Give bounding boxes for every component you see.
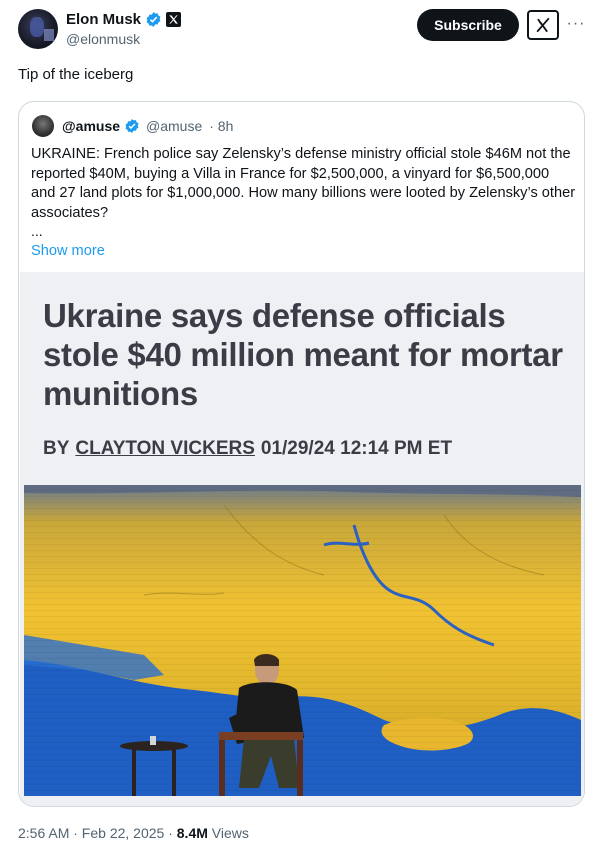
quoted-author-avatar[interactable] [32,115,54,137]
author-handle[interactable]: @elonmusk [66,31,140,47]
side-table [120,736,188,796]
show-more-link[interactable]: Show more [31,243,105,259]
tweet-meta: 2:56 AM · Feb 22, 2025 · 8.4M Views [18,825,249,841]
tweet-text: Tip of the iceberg [18,66,134,83]
article-photo [24,485,581,796]
verified-badge-icon [146,11,161,27]
more-icon[interactable]: ··· [566,14,586,34]
byline-prefix: BY [43,438,70,459]
quoted-tweet[interactable]: @amuse @amuse · 8h UKRAINE: French polic… [18,101,585,807]
verified-badge-icon [125,119,139,133]
subscribe-button[interactable]: Subscribe [417,9,519,41]
tweet-timestamp[interactable]: 2:56 AM · Feb 22, 2025 · [18,825,177,841]
tweet-header: Elon Musk @elonmusk Subscribe ··· [0,0,605,60]
quoted-author-handle[interactable]: @amuse [146,118,202,134]
author-avatar[interactable] [18,9,58,49]
quoted-author-display-name[interactable]: @amuse [62,118,120,134]
views-label: Views [207,825,249,841]
x-logo-icon[interactable] [166,11,182,27]
quoted-tweet-text: UKRAINE: French police say Zelensky’s de… [31,146,576,221]
quoted-tweet-header: @amuse @amuse · 8h [32,115,233,137]
quoted-tweet-ellipsis: ... [31,223,43,239]
quoted-tweet-time: · 8h [209,118,234,134]
speaker-figure [219,654,304,796]
byline-author: CLAYTON VICKERS [75,438,255,459]
article-image[interactable]: Ukraine says defense officials stole $40… [20,272,584,806]
author-display-name[interactable]: Elon Musk [66,11,141,28]
article-headline: Ukraine says defense officials stole $40… [43,297,563,412]
views-count: 8.4M [176,825,208,841]
byline-date: 01/29/24 12:14 PM ET [260,438,453,459]
article-byline: BY CLAYTON VICKERS 01/29/24 12:14 PM ET [43,438,452,460]
grok-icon[interactable] [527,10,559,40]
author-name-row: Elon Musk [66,10,182,28]
